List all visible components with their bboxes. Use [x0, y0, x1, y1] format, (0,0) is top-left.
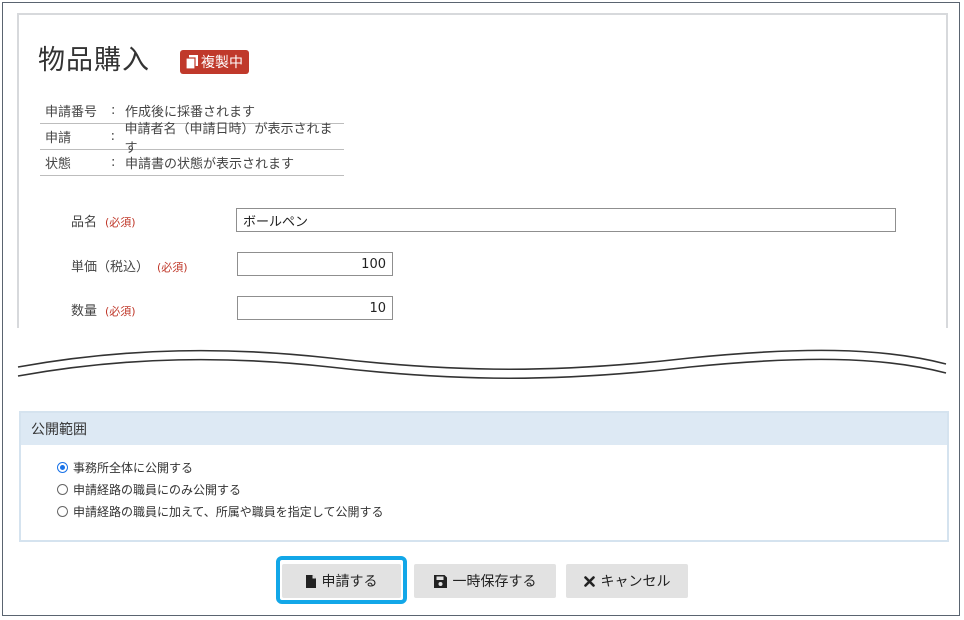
- item-name-input[interactable]: [236, 208, 896, 232]
- save-draft-button-label: 一時保存する: [452, 574, 537, 590]
- scope-option-label: 事務所全体に公開する: [73, 461, 194, 475]
- close-icon: [583, 575, 595, 587]
- save-draft-button[interactable]: 一時保存する: [414, 564, 556, 598]
- info-label: 申請番号: [45, 105, 98, 120]
- required-mark: (必須): [157, 261, 188, 274]
- info-value: 申請書の状態が表示されます: [125, 157, 295, 172]
- quantity-input[interactable]: [237, 296, 393, 320]
- badge-label: 複製中: [201, 55, 243, 71]
- scope-option-label: 申請経路の職員にのみ公開する: [73, 483, 242, 497]
- radio-unchecked-icon[interactable]: [57, 484, 68, 495]
- info-row-applicant: 申請 : 申請者名（申請日時）が表示されます: [40, 122, 344, 156]
- scope-option-route-only[interactable]: 申請経路の職員にのみ公開する: [57, 481, 241, 498]
- floppy-disk-icon: [433, 574, 447, 588]
- submit-button[interactable]: 申請する: [282, 564, 401, 598]
- required-mark: (必須): [105, 305, 136, 318]
- field-label: 品名: [71, 215, 98, 230]
- field-label: 単価（税込）: [71, 260, 150, 275]
- field-label: 数量: [71, 304, 98, 319]
- quantity-label: 数量 (必須): [71, 300, 136, 319]
- submit-button-label: 申請する: [321, 574, 378, 590]
- cancel-button-label: キャンセル: [600, 574, 671, 590]
- cancel-button[interactable]: キャンセル: [566, 564, 688, 598]
- unit-price-label: 単価（税込） (必須): [71, 256, 188, 275]
- copy-icon: [186, 55, 198, 69]
- info-separator: :: [111, 103, 116, 118]
- scope-option-route-plus-specified[interactable]: 申請経路の職員に加えて、所属や職員を指定して公開する: [57, 503, 383, 520]
- publication-scope-panel: 公開範囲: [19, 411, 949, 542]
- info-separator: :: [110, 129, 115, 144]
- info-row-status: 状態 : 申請書の状態が表示されます: [40, 150, 344, 176]
- unit-price-input[interactable]: [237, 252, 393, 276]
- scope-option-office-wide[interactable]: 事務所全体に公開する: [57, 459, 193, 476]
- copying-status-badge: 複製中: [180, 50, 249, 74]
- radio-checked-icon[interactable]: [57, 462, 68, 473]
- document-icon: [305, 574, 316, 588]
- omission-wave-divider: [17, 349, 947, 380]
- publication-scope-header: 公開範囲: [21, 413, 947, 445]
- radio-unchecked-icon[interactable]: [57, 506, 68, 517]
- page-title: 物品購入: [38, 45, 150, 76]
- info-label: 申請: [45, 131, 72, 146]
- info-separator: :: [111, 155, 116, 170]
- info-label: 状態: [45, 157, 72, 172]
- item-name-label: 品名 (必須): [71, 211, 136, 230]
- required-mark: (必須): [105, 216, 136, 229]
- scope-option-label: 申請経路の職員に加えて、所属や職員を指定して公開する: [73, 505, 384, 519]
